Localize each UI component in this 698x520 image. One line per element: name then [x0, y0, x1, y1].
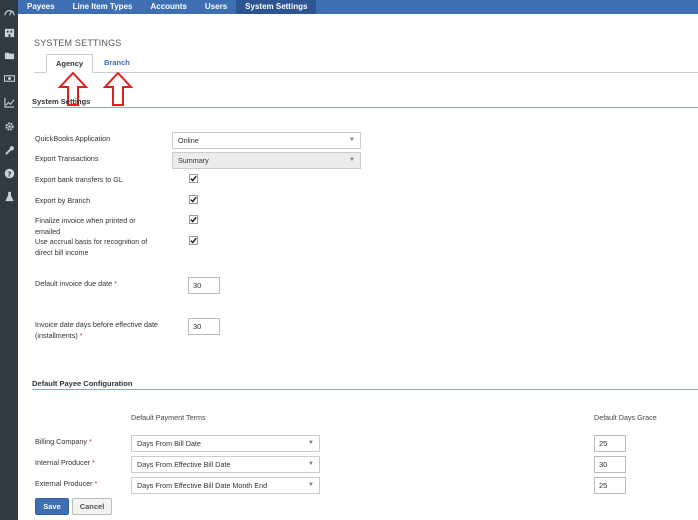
export-transactions-value: Summary — [178, 156, 209, 165]
system-settings-divider — [32, 107, 698, 108]
internal-producer-grace-input[interactable]: 30 — [594, 456, 626, 473]
chevron-down-icon: ▼ — [349, 157, 355, 163]
invoice-days-before-label-text: Invoice date days before effective date … — [35, 320, 158, 340]
accrual-basis-label: Use accrual basis for recognition of dir… — [35, 237, 148, 257]
quickbooks-value: Online — [178, 136, 199, 145]
internal-producer-terms-value: Days From Effective Bill Date — [137, 460, 231, 469]
internal-producer-terms-select[interactable]: Days From Effective Bill Date ▼ — [131, 456, 320, 473]
chart-icon[interactable] — [3, 97, 15, 109]
quickbooks-select[interactable]: Online ▼ — [172, 132, 361, 149]
nav-payees[interactable]: Payees — [18, 0, 64, 14]
export-by-branch-checkbox[interactable] — [189, 195, 198, 204]
external-producer-terms-select[interactable]: Days From Effective Bill Date Month End … — [131, 477, 320, 494]
billing-company-terms-select[interactable]: Days From Bill Date ▼ — [131, 435, 320, 452]
chevron-down-icon: ▼ — [349, 137, 355, 143]
help-icon[interactable]: ? — [3, 168, 15, 180]
export-by-branch-label: Export by Branch — [35, 196, 91, 205]
nav-users[interactable]: Users — [196, 0, 236, 14]
required-marker: * — [92, 458, 95, 467]
save-button[interactable]: Save — [35, 498, 69, 515]
export-bank-transfers-label: Export bank transfers to GL — [35, 175, 123, 184]
required-marker: * — [79, 331, 83, 340]
required-marker: * — [88, 437, 92, 446]
nav-accounts[interactable]: Accounts — [141, 0, 195, 14]
billing-company-label-text: Billing Company — [35, 437, 87, 446]
chevron-down-icon: ▼ — [308, 440, 314, 446]
billing-company-grace-input[interactable]: 25 — [594, 435, 626, 452]
left-icon-rail: ? — [0, 0, 18, 520]
external-producer-terms-value: Days From Effective Bill Date Month End — [137, 481, 268, 490]
invoice-due-date-input[interactable]: 30 — [188, 277, 220, 294]
payee-config-heading: Default Payee Configuration — [32, 379, 133, 388]
chevron-down-icon: ▼ — [308, 461, 314, 467]
days-grace-column-header: Default Days Grace — [594, 413, 657, 422]
quickbooks-label: QuickBooks Application — [35, 134, 111, 143]
chevron-down-icon: ▼ — [308, 482, 314, 488]
page-title: SYSTEM SETTINGS — [34, 38, 122, 48]
system-settings-heading: System Settings — [32, 97, 91, 106]
finalize-invoice-checkbox[interactable] — [189, 215, 198, 224]
money-icon[interactable] — [3, 73, 15, 85]
export-transactions-label: Export Transactions — [35, 154, 99, 163]
invoice-days-before-input[interactable]: 30 — [188, 318, 220, 335]
tab-branch[interactable]: Branch — [93, 54, 141, 73]
internal-producer-label-text: Internal Producer — [35, 458, 91, 467]
export-transactions-select[interactable]: Summary ▼ — [172, 152, 361, 169]
svg-text:?: ? — [7, 169, 11, 178]
dashboard-icon[interactable] — [3, 7, 15, 19]
folder-icon[interactable] — [3, 50, 15, 62]
nav-line-item-types[interactable]: Line Item Types — [64, 0, 142, 14]
tab-bar: Agency Branch — [46, 54, 141, 73]
accrual-basis-checkbox[interactable] — [189, 236, 198, 245]
top-navigation: Payees Line Item Types Accounts Users Sy… — [18, 0, 698, 14]
export-bank-transfers-checkbox[interactable] — [189, 174, 198, 183]
invoice-days-before-label: Invoice date days before effective date … — [35, 319, 175, 341]
invoice-due-date-label: Default invoice due date * — [35, 278, 165, 289]
flask-icon[interactable] — [3, 191, 15, 203]
tab-agency[interactable]: Agency — [46, 54, 93, 73]
required-marker: * — [94, 479, 98, 488]
finalize-invoice-label: Finalize invoice when printed or emailed — [35, 216, 136, 236]
billing-company-terms-value: Days From Bill Date — [137, 439, 201, 448]
nav-system-settings[interactable]: System Settings — [236, 0, 317, 14]
external-producer-label-text: External Producer — [35, 479, 93, 488]
required-marker: * — [114, 279, 117, 288]
external-producer-grace-input[interactable]: 25 — [594, 477, 626, 494]
payment-terms-column-header: Default Payment Terms — [131, 413, 206, 422]
wrench-icon[interactable] — [3, 145, 15, 157]
invoice-due-date-label-text: Default invoice due date — [35, 279, 113, 288]
annotation-arrow-branch — [103, 72, 133, 106]
cancel-button[interactable]: Cancel — [72, 498, 112, 515]
building-icon[interactable] — [3, 27, 15, 39]
payee-config-divider — [32, 389, 698, 390]
gear-icon[interactable] — [3, 121, 15, 133]
